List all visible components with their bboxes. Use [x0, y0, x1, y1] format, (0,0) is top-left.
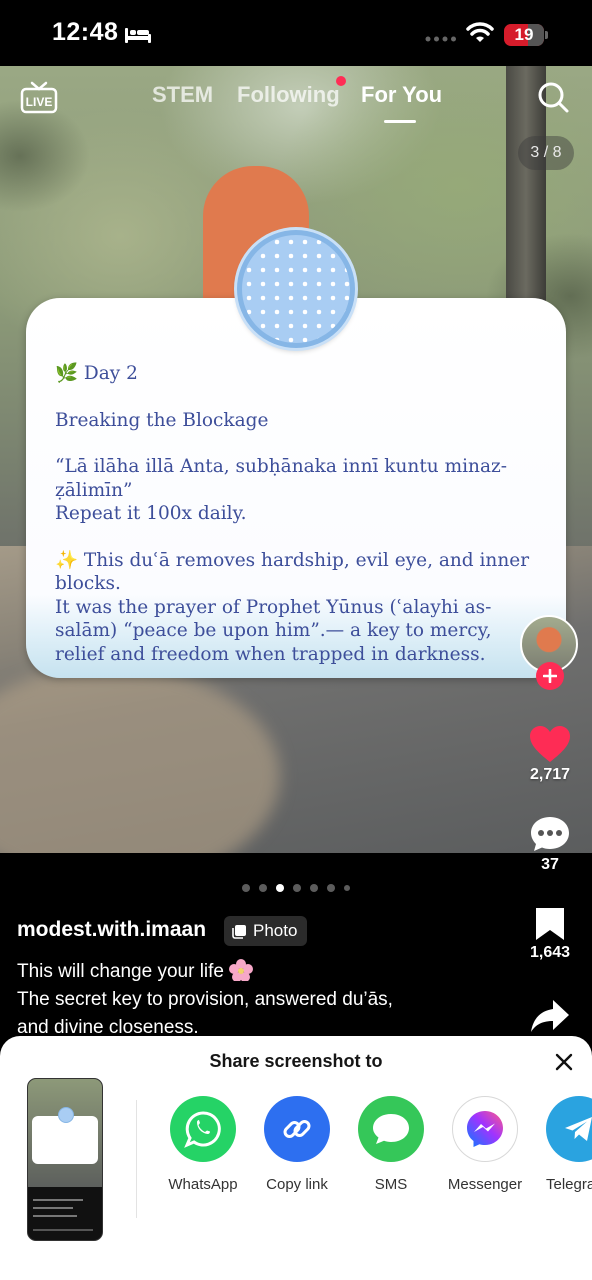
messenger-icon — [467, 1111, 503, 1147]
carousel-dot — [310, 884, 318, 892]
comment-button[interactable]: 37 — [520, 814, 580, 874]
caption-line-2: The secret key to provision, answered du… — [17, 989, 393, 1010]
carousel-dots — [0, 884, 592, 896]
card-story: It was the prayer of Prophet Yūnus (ʿala… — [55, 596, 498, 665]
page-counter: 3 / 8 — [518, 136, 574, 170]
share-sms-label: SMS — [374, 1176, 408, 1193]
share-arrow-icon — [531, 1000, 569, 1032]
polka-dot-badge — [237, 230, 355, 348]
photo-icon — [232, 924, 246, 939]
carousel-dot-active — [276, 884, 284, 892]
comment-count: 37 — [541, 856, 559, 873]
share-divider — [136, 1100, 137, 1218]
sms-icon — [373, 1114, 409, 1144]
comment-icon — [531, 817, 569, 851]
tab-for-you[interactable]: For You — [361, 82, 442, 108]
share-whatsapp-label: WhatsApp — [168, 1176, 238, 1193]
screenshot-thumbnail[interactable] — [27, 1078, 103, 1241]
active-tab-indicator — [384, 120, 416, 123]
battery-level: 19 — [514, 25, 534, 44]
telegram-icon — [565, 1117, 592, 1141]
share-whatsapp-button[interactable]: WhatsApp — [158, 1096, 248, 1193]
bookmark-icon — [536, 908, 564, 940]
share-messenger-button[interactable]: Messenger — [440, 1096, 530, 1193]
share-sms-button[interactable]: SMS — [346, 1096, 436, 1193]
link-icon — [283, 1120, 311, 1138]
tab-stem[interactable]: STEM — [152, 82, 213, 108]
close-icon[interactable] — [553, 1051, 575, 1073]
save-count: 1,643 — [529, 944, 571, 961]
like-button[interactable]: 2,717 — [520, 724, 580, 784]
tab-following[interactable]: Following — [237, 82, 340, 108]
carousel-dot — [259, 884, 267, 892]
following-notification-dot — [336, 76, 346, 86]
photo-badge: Photo — [224, 916, 308, 946]
card-repeat: Repeat it 100x daily. — [55, 503, 247, 524]
status-bar: 12:48 19 — [0, 0, 592, 66]
share-sheet-title: Share screenshot to — [209, 1051, 383, 1071]
share-button[interactable] — [520, 998, 580, 1034]
search-icon[interactable] — [536, 80, 570, 114]
wifi-icon — [466, 22, 494, 42]
carousel-dot — [327, 884, 335, 892]
whatsapp-icon — [184, 1111, 221, 1148]
cherry-blossom-icon — [228, 959, 253, 981]
share-sheet: Share screenshot to WhatsApp Copy link S… — [0, 1036, 592, 1280]
share-telegram-button[interactable]: Telegra — [534, 1096, 592, 1193]
carousel-dot — [344, 885, 350, 891]
share-copy-link-label: Copy link — [266, 1176, 328, 1193]
heart-icon — [530, 726, 570, 762]
card-title: Breaking the Blockage — [55, 409, 269, 431]
caption-line-1: This will change your life — [17, 961, 224, 982]
photo-badge-label: Photo — [253, 921, 298, 940]
like-count: 2,717 — [529, 766, 571, 783]
creator-username[interactable]: modest.with.imaan — [17, 918, 206, 942]
carousel-dot — [242, 884, 250, 892]
carousel-dot — [293, 884, 301, 892]
bed-icon — [125, 28, 151, 43]
signal-dots-icon — [425, 36, 456, 42]
status-time: 12:48 — [52, 18, 119, 46]
post-caption[interactable]: This will change your life The secret ke… — [17, 958, 497, 1042]
top-navigation: STEM Following For You — [0, 82, 592, 122]
share-messenger-label: Messenger — [447, 1176, 523, 1193]
share-telegram-label: Telegra — [546, 1176, 592, 1193]
follow-button[interactable] — [536, 662, 564, 690]
plus-icon — [543, 669, 557, 683]
card-dua: “Lā ilāha illā Anta, subḥānaka innī kunt… — [55, 456, 507, 501]
card-day: 🌿 Day 2 — [55, 363, 138, 384]
save-button[interactable]: 1,643 — [520, 906, 580, 962]
battery-icon: 19 — [504, 24, 548, 46]
share-copy-link-button[interactable]: Copy link — [252, 1096, 342, 1193]
text-card: 🌿 Day 2 Breaking the Blockage “Lā ilāha … — [26, 298, 566, 678]
card-text: 🌿 Day 2 Breaking the Blockage “Lā ilāha … — [55, 362, 545, 666]
card-benefit: ✨ This duʿā removes hardship, evil eye, … — [55, 549, 535, 595]
